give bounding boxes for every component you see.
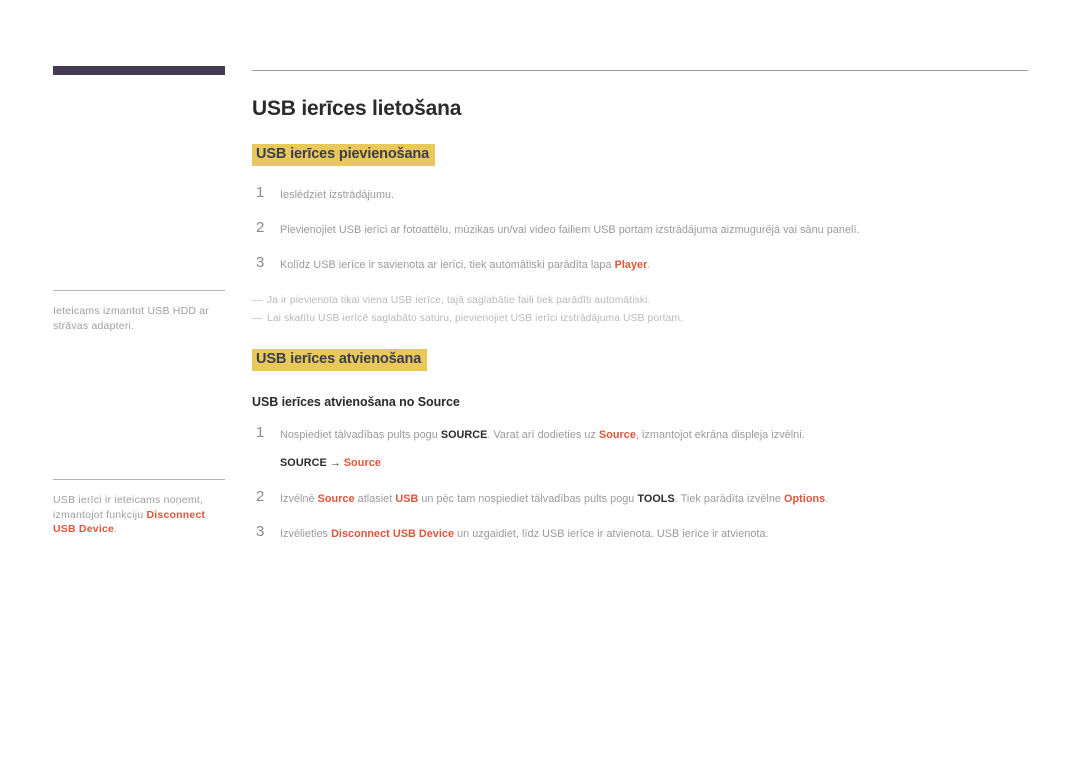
steps-list-connect: 1 Ieslēdziet izstrādājumu. 2 Pievienojie…	[252, 184, 1032, 273]
sidebar-divider	[53, 290, 225, 291]
note-item: — Lai skatītu USB ierīcē saglabāto saturu…	[252, 311, 1032, 327]
sidebar-note-1-text: Ieteicams izmantot USB HDD ar strāvas ad…	[53, 305, 210, 332]
step-text: Izvēlieties Disconnect USB Device un uzg…	[280, 527, 1032, 542]
step-keyword-source: Source	[317, 493, 355, 505]
step-text-after: .	[647, 259, 651, 271]
step-keyword: Player	[614, 259, 648, 271]
menu-path-value: Source	[343, 457, 382, 469]
step-keyword-options: Options	[784, 493, 826, 505]
step-number: 3	[256, 254, 265, 271]
em-dash-icon: —	[252, 295, 263, 306]
sidebar-divider	[53, 479, 225, 480]
step-text-part1: Nospiediet tālvadības pults pogu	[280, 429, 441, 441]
em-dash-icon: —	[252, 313, 263, 324]
sidebar-notes: Ieteicams izmantot USB HDD ar strāvas ad…	[53, 290, 225, 537]
steps-list-disconnect: 1 Nospiediet tālvadības pults pogu SOURC…	[252, 424, 1032, 542]
step-text-part2: . Varat arī dodieties uz	[487, 429, 599, 441]
step-number: 2	[256, 219, 265, 236]
note-text: Ja ir pievienota tikai viena USB ierīce,…	[267, 295, 651, 306]
step-text-before: Kolīdz USB ierīce ir savienota ar ierīci…	[280, 259, 615, 271]
step-text-part2: un uzgaidiet, līdz USB ierīce ir atvieno…	[454, 528, 769, 540]
step-bold-source-button: SOURCE	[440, 429, 488, 441]
section-usb-connect: USB ierīces pievienošana 1 Ieslēdziet iz…	[252, 144, 1032, 327]
document-page: Ieteicams izmantot USB HDD ar strāvas ad…	[0, 0, 1080, 763]
menu-path-key: SOURCE	[280, 457, 327, 469]
step-text: Ieslēdziet izstrādājumu.	[280, 189, 395, 201]
step-item: 2 Pievienojiet USB ierīci ar fotoattēlu,…	[252, 219, 1032, 238]
step-number: 1	[256, 424, 265, 441]
header-rule	[252, 70, 1028, 71]
step-number: 3	[256, 523, 265, 540]
step-number: 2	[256, 488, 265, 505]
step-text: Pievienojiet USB ierīci ar fotoattēlu, m…	[280, 224, 860, 236]
step-text-part2: atlasiet	[354, 493, 396, 505]
step-text-part5: .	[825, 493, 829, 505]
section-heading-1: USB ierīces pievienošana	[252, 144, 436, 166]
step-text: Izvēlnē Source atlasiet USB un pēc tam n…	[280, 492, 1032, 507]
section-usb-disconnect: USB ierīces atvienošana USB ierīces atvi…	[252, 349, 1032, 542]
step-item: 3 Kolīdz USB ierīce ir savienota ar ierī…	[252, 254, 1032, 273]
step-item: 2 Izvēlnē Source atlasiet USB un pēc tam…	[252, 488, 1032, 507]
notes-list-connect: — Ja ir pievienota tikai viena USB ierīce…	[252, 293, 1032, 327]
step-keyword-usb: USB	[395, 493, 419, 505]
note-text: Lai skatītu USB ierīcē saglabāto saturu,…	[267, 313, 684, 324]
note-item: — Ja ir pievienota tikai viena USB ierīce…	[252, 293, 1032, 309]
step-keyword-disconnect-usb-device: Disconnect USB Device	[331, 528, 455, 540]
sidebar-note-2-text: USB ierīci ir ieteicams noņemt, izmantoj…	[53, 493, 225, 537]
step-text-part1: Izvēlieties	[280, 528, 332, 540]
step-text: Nospiediet tālvadības pults pogu SOURCE.…	[280, 428, 1032, 443]
step-text-part3: un pēc tam nospiediet tālvadības pults p…	[418, 493, 638, 505]
sub-heading-disconnect-source: USB ierīces atvienošana no Source	[252, 395, 460, 409]
section-heading-2: USB ierīces atvienošana	[252, 349, 428, 371]
step-text-part4: . Tiek parādīta izvēlne	[674, 493, 785, 505]
sidebar-note-2-text-after: .	[114, 523, 118, 535]
step-text-part3: , izmantojot ekrāna displeja izvēlni.	[635, 429, 805, 441]
arrow-right-icon: →	[329, 457, 341, 469]
main-content: USB ierīces lietošana USB ierīces pievie…	[252, 96, 1032, 542]
sidebar-note-1: Ieteicams izmantot USB HDD ar strāvas ad…	[53, 290, 225, 333]
page-title: USB ierīces lietošana	[252, 97, 462, 120]
step-item: 1 Ieslēdziet izstrādājumu.	[252, 184, 1032, 203]
step-item: 1 Nospiediet tālvadības pults pogu SOURC…	[252, 424, 1032, 470]
step-text-part1: Izvēlnē	[280, 493, 318, 505]
step-number: 1	[256, 184, 265, 201]
step-item: 3 Izvēlieties Disconnect USB Device un u…	[252, 523, 1032, 542]
menu-path: SOURCE → Source	[280, 456, 1032, 470]
step-text: Kolīdz USB ierīce ir savienota ar ierīci…	[280, 258, 1032, 273]
step-bold-tools-button: TOOLS	[637, 493, 675, 505]
sidebar-note-2: USB ierīci ir ieteicams noņemt, izmantoj…	[53, 479, 225, 537]
step-keyword-source: Source	[598, 429, 636, 441]
corner-accent-bar	[53, 66, 225, 75]
